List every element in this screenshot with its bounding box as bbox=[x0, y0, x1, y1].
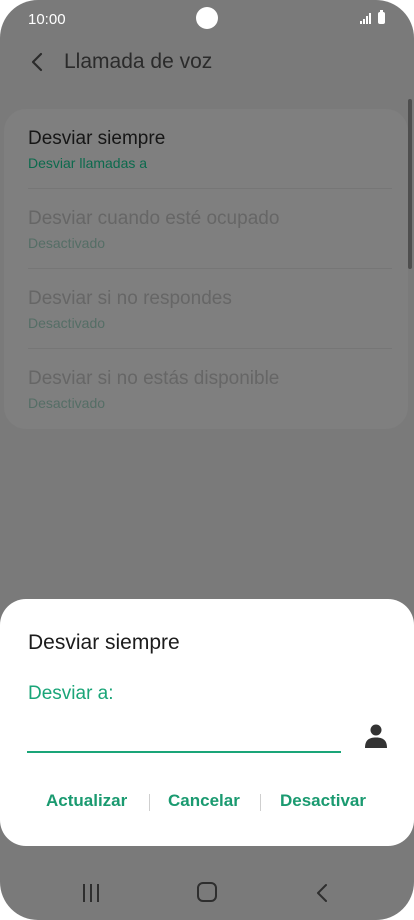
button-separator bbox=[260, 794, 261, 811]
phone-screen: 10:00 Llamada de voz Desviar siempre Des… bbox=[0, 0, 414, 920]
setting-sublabel: Desactivado bbox=[28, 315, 106, 331]
setting-sublabel: Desviar llamadas a bbox=[28, 155, 148, 171]
setting-sublabel: Desactivado bbox=[28, 235, 106, 251]
forward-number-input[interactable] bbox=[27, 719, 341, 753]
setting-label: Desviar cuando esté ocupado bbox=[28, 208, 280, 229]
setting-forward-when-unreachable[interactable]: Desviar si no estás disponible Desactiva… bbox=[4, 349, 408, 429]
update-button[interactable]: Actualizar bbox=[46, 791, 127, 811]
back-arrow-icon[interactable] bbox=[26, 50, 50, 74]
scrollbar[interactable] bbox=[408, 99, 412, 269]
contact-person-icon[interactable] bbox=[364, 723, 388, 749]
recent-apps-icon[interactable] bbox=[82, 884, 100, 902]
forward-to-label: Desviar a: bbox=[28, 683, 114, 704]
status-time: 10:00 bbox=[28, 11, 66, 28]
setting-label: Desviar si no estás disponible bbox=[28, 368, 280, 389]
setting-sublabel: Desactivado bbox=[28, 395, 106, 411]
dialog-title: Desviar siempre bbox=[28, 631, 180, 654]
setting-forward-when-busy[interactable]: Desviar cuando esté ocupado Desactivado bbox=[4, 189, 408, 269]
dialog-actions: Actualizar Cancelar Desactivar bbox=[0, 791, 414, 815]
nav-back-icon[interactable] bbox=[314, 882, 330, 904]
call-forwarding-list: Desviar siempre Desviar llamadas a Desvi… bbox=[4, 109, 408, 429]
setting-forward-when-unanswered[interactable]: Desviar si no respondes Desactivado bbox=[4, 269, 408, 349]
button-separator bbox=[149, 794, 150, 811]
home-icon[interactable] bbox=[197, 882, 217, 902]
setting-label: Desviar si no respondes bbox=[28, 288, 232, 309]
status-bar: 10:00 bbox=[0, 0, 414, 38]
page-title: Llamada de voz bbox=[64, 50, 213, 73]
forward-dialog: Desviar siempre Desviar a: Actualizar Ca… bbox=[0, 599, 414, 846]
camera-cutout bbox=[196, 7, 218, 29]
battery-icon bbox=[378, 10, 385, 24]
setting-always-forward[interactable]: Desviar siempre Desviar llamadas a bbox=[4, 109, 408, 189]
cancel-button[interactable]: Cancelar bbox=[168, 791, 240, 811]
navigation-bar bbox=[0, 860, 414, 920]
setting-label: Desviar siempre bbox=[28, 128, 166, 149]
deactivate-button[interactable]: Desactivar bbox=[280, 791, 366, 811]
signal-icon bbox=[360, 13, 371, 24]
